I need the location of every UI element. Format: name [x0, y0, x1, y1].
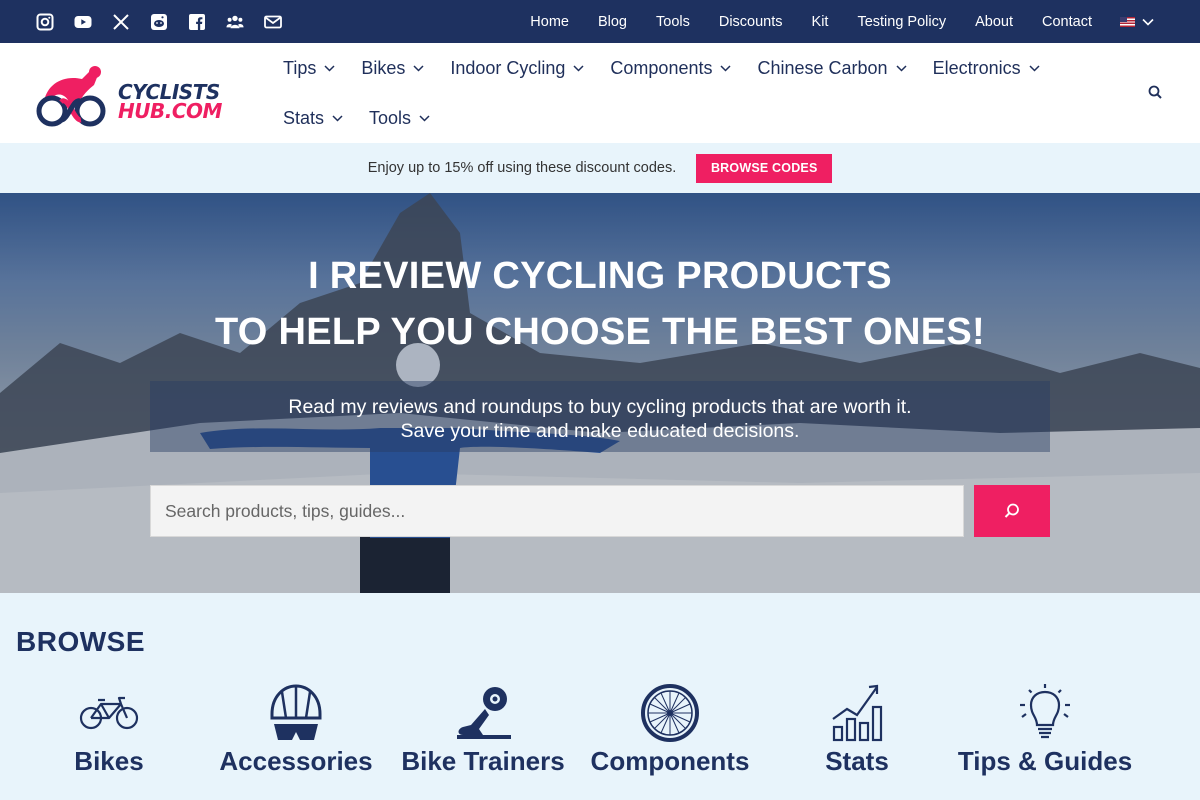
hero-subtitle-line1: Read my reviews and roundups to buy cycl… [288, 396, 912, 418]
social-links [36, 13, 282, 31]
helmet-icon [270, 684, 322, 740]
hero-search-button[interactable] [974, 485, 1050, 537]
nav-bikes[interactable]: Bikes [361, 58, 424, 79]
search-icon [1004, 503, 1019, 518]
nav-tools-label: Tools [369, 107, 412, 128]
category-bikes-label: Bikes [74, 746, 144, 776]
hero-subtitle-line2: Save your time and make educated decisio… [400, 420, 800, 442]
browse-heading: BROWSE [16, 626, 145, 657]
category-accessories-label: Accessories [219, 746, 373, 776]
category-bike-trainers-label: Bike Trainers [401, 746, 565, 776]
chart-icon [832, 684, 883, 742]
category-bike-trainers[interactable]: Bike Trainers [398, 683, 568, 777]
site-logo[interactable]: CYCLISTS HUB.COM [34, 65, 239, 127]
hero-search-input[interactable]: Search products, tips, guides... [150, 485, 964, 537]
chevron-down-icon [573, 64, 584, 72]
nav-tips-label: Tips [283, 57, 317, 78]
logo-line2: HUB.COM [118, 99, 222, 123]
top-nav-about[interactable]: About [975, 14, 1013, 30]
hero-subtitle: Read my reviews and roundups to buy cycl… [150, 381, 1050, 452]
hero-title-line2: TO HELP YOU CHOOSE THE BEST ONES! [214, 311, 986, 353]
main-nav: Tips Bikes Indoor Cycling Components Chi… [283, 43, 1083, 143]
youtube-icon[interactable] [74, 13, 92, 31]
nav-electronics[interactable]: Electronics [933, 58, 1040, 79]
group-icon[interactable] [226, 13, 244, 31]
hero-title-line1: I REVIEW CYCLING PRODUCTS [308, 255, 892, 297]
instagram-icon[interactable] [36, 13, 54, 31]
top-nav-kit[interactable]: Kit [812, 14, 829, 30]
chevron-down-icon [413, 64, 424, 72]
reddit-icon[interactable] [150, 13, 168, 31]
cyclist-logo-icon [36, 66, 106, 127]
x-icon[interactable] [112, 13, 130, 31]
email-icon[interactable] [264, 13, 282, 31]
chevron-down-icon [324, 64, 335, 72]
top-nav: Home Blog Tools Discounts Kit Testing Po… [501, 14, 1154, 30]
category-components-label: Components [590, 746, 750, 776]
nav-components[interactable]: Components [610, 57, 732, 79]
nav-electronics-label: Electronics [932, 57, 1021, 78]
logo-wordmark: CYCLISTS HUB.COM [118, 82, 222, 123]
nav-chinese-carbon[interactable]: Chinese Carbon [757, 57, 907, 79]
nav-indoor-cycling[interactable]: Indoor Cycling [450, 58, 584, 79]
category-tips-guides[interactable]: Tips & Guides [955, 683, 1135, 777]
header-search-button[interactable] [1146, 83, 1166, 103]
category-stats[interactable]: Stats [807, 683, 907, 777]
nav-components-label: Components [610, 57, 713, 78]
us-flag-icon [1120, 16, 1135, 27]
category-tips-guides-label: Tips & Guides [957, 746, 1133, 776]
chevron-down-icon [1142, 18, 1154, 26]
top-nav-discounts[interactable]: Discounts [719, 14, 783, 30]
facebook-icon[interactable] [188, 13, 206, 31]
category-stats-label: Stats [825, 746, 889, 776]
chevron-down-icon [720, 64, 732, 72]
category-accessories[interactable]: Accessories [214, 683, 378, 777]
category-bikes[interactable]: Bikes [40, 683, 178, 777]
chevron-down-icon [419, 114, 430, 122]
category-components[interactable]: Components [585, 683, 755, 777]
nav-tools[interactable]: Tools [369, 108, 430, 129]
chevron-down-icon [896, 64, 907, 72]
chevron-down-icon [332, 114, 343, 122]
language-selector[interactable] [1120, 16, 1154, 27]
chevron-down-icon [1029, 64, 1040, 72]
wheel-icon [641, 684, 699, 742]
nav-stats[interactable]: Stats [283, 108, 343, 129]
nav-indoor-cycling-label: Indoor Cycling [450, 57, 566, 78]
main-nav-row-1: Tips Bikes Indoor Cycling Components Chi… [283, 43, 1083, 93]
bike-icon [79, 696, 139, 730]
site-header: CYCLISTS HUB.COM Tips Bikes Indoor Cycli… [0, 43, 1200, 143]
top-nav-contact[interactable]: Contact [1042, 14, 1092, 30]
lightbulb-icon [1020, 684, 1070, 739]
nav-tips[interactable]: Tips [283, 58, 335, 79]
top-nav-tools[interactable]: Tools [656, 14, 690, 30]
promo-text: Enjoy up to 15% off using these discount… [367, 160, 677, 176]
main-nav-row-2: Stats Tools [283, 93, 1083, 143]
top-nav-blog[interactable]: Blog [598, 14, 627, 30]
search-icon [1148, 85, 1162, 99]
top-nav-home[interactable]: Home [530, 14, 569, 30]
browse-codes-button[interactable]: BROWSE CODES [696, 153, 833, 183]
top-nav-testing-policy[interactable]: Testing Policy [857, 14, 946, 30]
nav-stats-label: Stats [283, 107, 325, 128]
top-bar: Home Blog Tools Discounts Kit Testing Po… [0, 0, 1200, 43]
hero-section: I REVIEW CYCLING PRODUCTS TO HELP YOU CH… [0, 193, 1200, 593]
nav-chinese-carbon-label: Chinese Carbon [757, 57, 888, 78]
promo-bar: Enjoy up to 15% off using these discount… [0, 143, 1200, 193]
trainer-icon [457, 687, 511, 739]
nav-bikes-label: Bikes [361, 57, 406, 78]
